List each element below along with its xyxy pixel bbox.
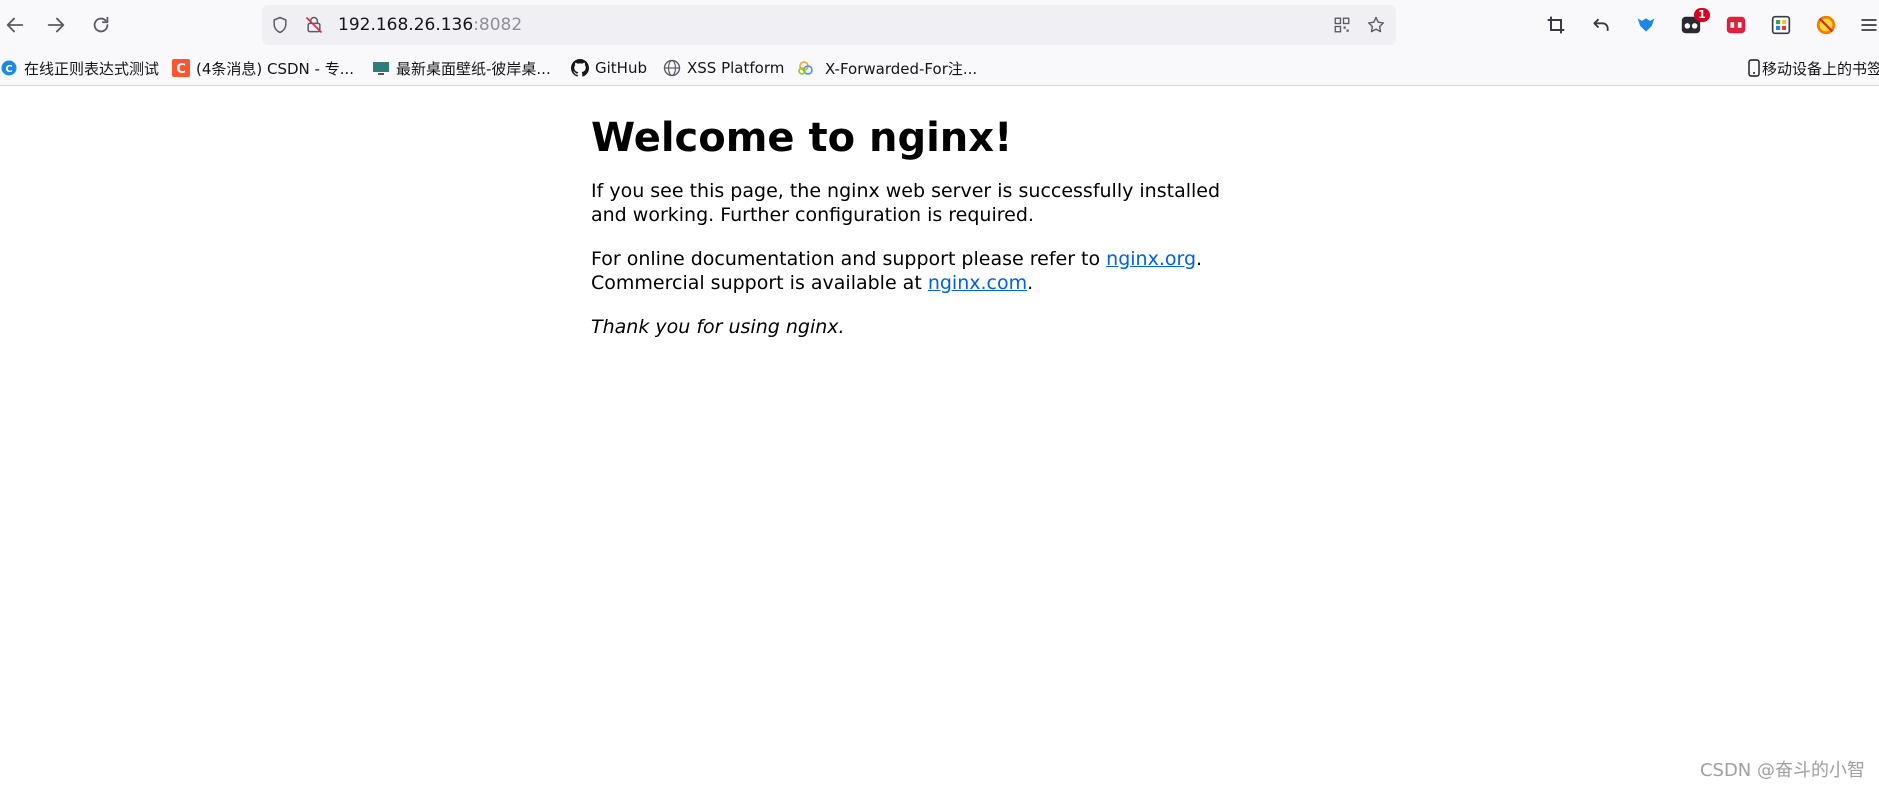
thanks-text: Thank you for using nginx. [591,316,845,338]
nginx-com-link[interactable]: nginx.com [928,272,1027,294]
wallpaper-site-favicon [372,59,390,77]
commercial-text: Commercial support is available at [591,272,928,294]
watermark: CSDN @奋斗的小智 [1699,760,1865,781]
cloud-favicon [797,59,815,77]
browser-toolbar: 192.168.26.136:8082 1 [0,0,1879,50]
no-entry-extension-icon[interactable] [1813,12,1839,38]
bookmark-star-icon[interactable] [1366,15,1386,35]
globe-favicon [663,59,681,77]
bookmarks-toolbar: C 在线正则表达式测试 C (4条消息) CSDN - 专... 最新桌面壁纸-… [0,50,1879,86]
svg-text:C: C [5,64,12,75]
bookmark-label: (4条消息) CSDN - 专... [196,59,355,78]
back-arrow-icon [6,17,24,33]
bookmark-item[interactable]: XSS Platform [663,50,784,86]
forward-arrow-icon [47,17,65,33]
back-button[interactable] [0,10,30,40]
reload-button[interactable] [86,10,116,40]
url-port: :8082 [473,15,523,35]
support-paragraph: For online documentation and support ple… [591,247,1231,295]
bookmark-item[interactable]: C (4条消息) CSDN - 专... [172,50,354,86]
mobile-device-icon [1748,59,1760,77]
dark-extension-icon[interactable]: 1 [1678,8,1710,38]
blue-bird-extension-icon[interactable] [1633,12,1659,38]
docs-text: For online documentation and support ple… [591,248,1107,270]
reload-icon [93,16,109,33]
undo-arrow-icon[interactable] [1588,12,1614,38]
nginx-welcome-content: Welcome to nginx! If you see this page, … [591,87,1231,339]
extension-badge: 1 [1694,8,1710,22]
nginx-org-link[interactable]: nginx.org [1106,248,1196,270]
forward-button[interactable] [41,10,71,40]
intro-paragraph: If you see this page, the nginx web serv… [591,180,1221,226]
red-extension-icon[interactable] [1723,12,1749,38]
insecure-connection-icon[interactable] [304,15,324,35]
csdn-favicon: C [172,59,190,77]
bookmark-label: 最新桌面壁纸-彼岸桌... [396,59,551,78]
grid-extension-icon[interactable] [1768,12,1794,38]
bookmark-item[interactable]: X-Forwarded-For注... [797,50,977,86]
mobile-bookmarks-label: 移动设备上的书签 [1762,59,1879,78]
hamburger-menu-icon[interactable] [1856,12,1879,38]
bookmark-item[interactable]: C 在线正则表达式测试 [0,50,159,86]
svg-text:C: C [176,62,186,77]
bookmark-label: GitHub [595,59,647,77]
github-favicon [571,59,589,77]
regex-site-favicon: C [0,59,18,77]
bookmark-label: XSS Platform [687,59,785,77]
bookmark-label: X-Forwarded-For注... [825,59,978,78]
docs-period: . [1196,248,1203,270]
bookmark-item[interactable]: 最新桌面壁纸-彼岸桌... [372,50,551,86]
commercial-period: . [1027,272,1034,294]
page-viewport: Welcome to nginx! If you see this page, … [0,87,1879,792]
mobile-bookmarks[interactable]: 移动设备上的书签 [1748,50,1879,86]
bookmark-item[interactable]: GitHub [571,50,647,86]
address-bar[interactable]: 192.168.26.136:8082 [262,5,1396,45]
bookmark-label: 在线正则表达式测试 [24,59,160,78]
crop-icon[interactable] [1543,12,1569,38]
qr-code-icon[interactable] [1332,15,1352,35]
tracking-protection-shield-icon[interactable] [270,15,290,35]
url-text[interactable]: 192.168.26.136:8082 [338,5,522,45]
page-heading: Welcome to nginx! [591,115,1013,161]
url-host: 192.168.26.136 [338,15,474,35]
thanks-paragraph: Thank you for using nginx. [591,315,1231,339]
